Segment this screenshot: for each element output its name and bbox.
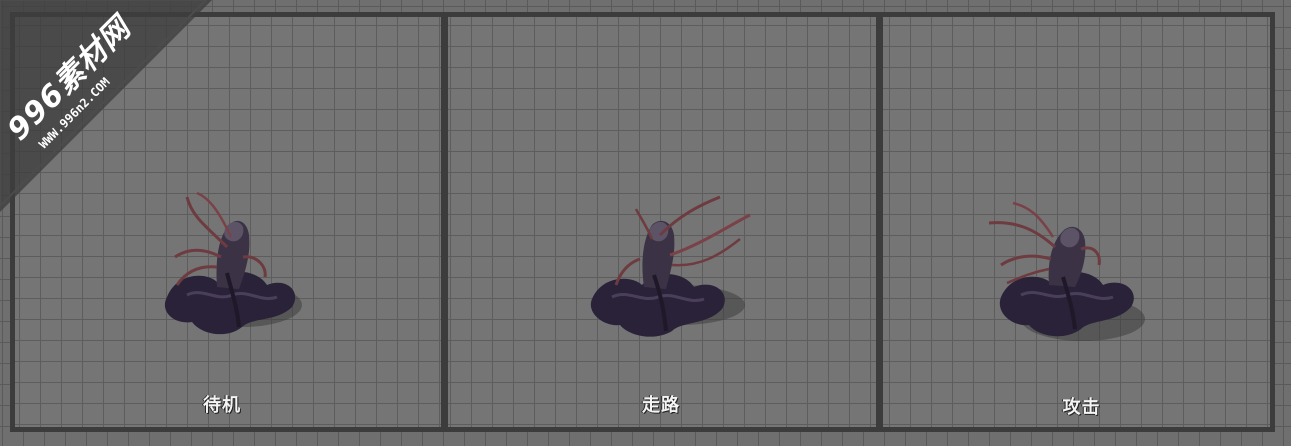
panel-walk: 走路 [443, 12, 881, 432]
panel-idle: 待机 [10, 12, 446, 432]
panel-label-attack: 攻击 [1062, 397, 1101, 418]
creature-walk-sprite [590, 195, 751, 337]
sprite-sheet-canvas: 待机 走路 攻击 996素材网 WWW.996n2.COM [0, 0, 1291, 446]
panel-label-walk: 走路 [642, 395, 680, 416]
panel-label-idle: 待机 [203, 395, 241, 416]
creature-idle-sprite [164, 191, 302, 335]
creature-attack-sprite [988, 201, 1145, 341]
panel-attack: 攻击 [878, 12, 1275, 432]
